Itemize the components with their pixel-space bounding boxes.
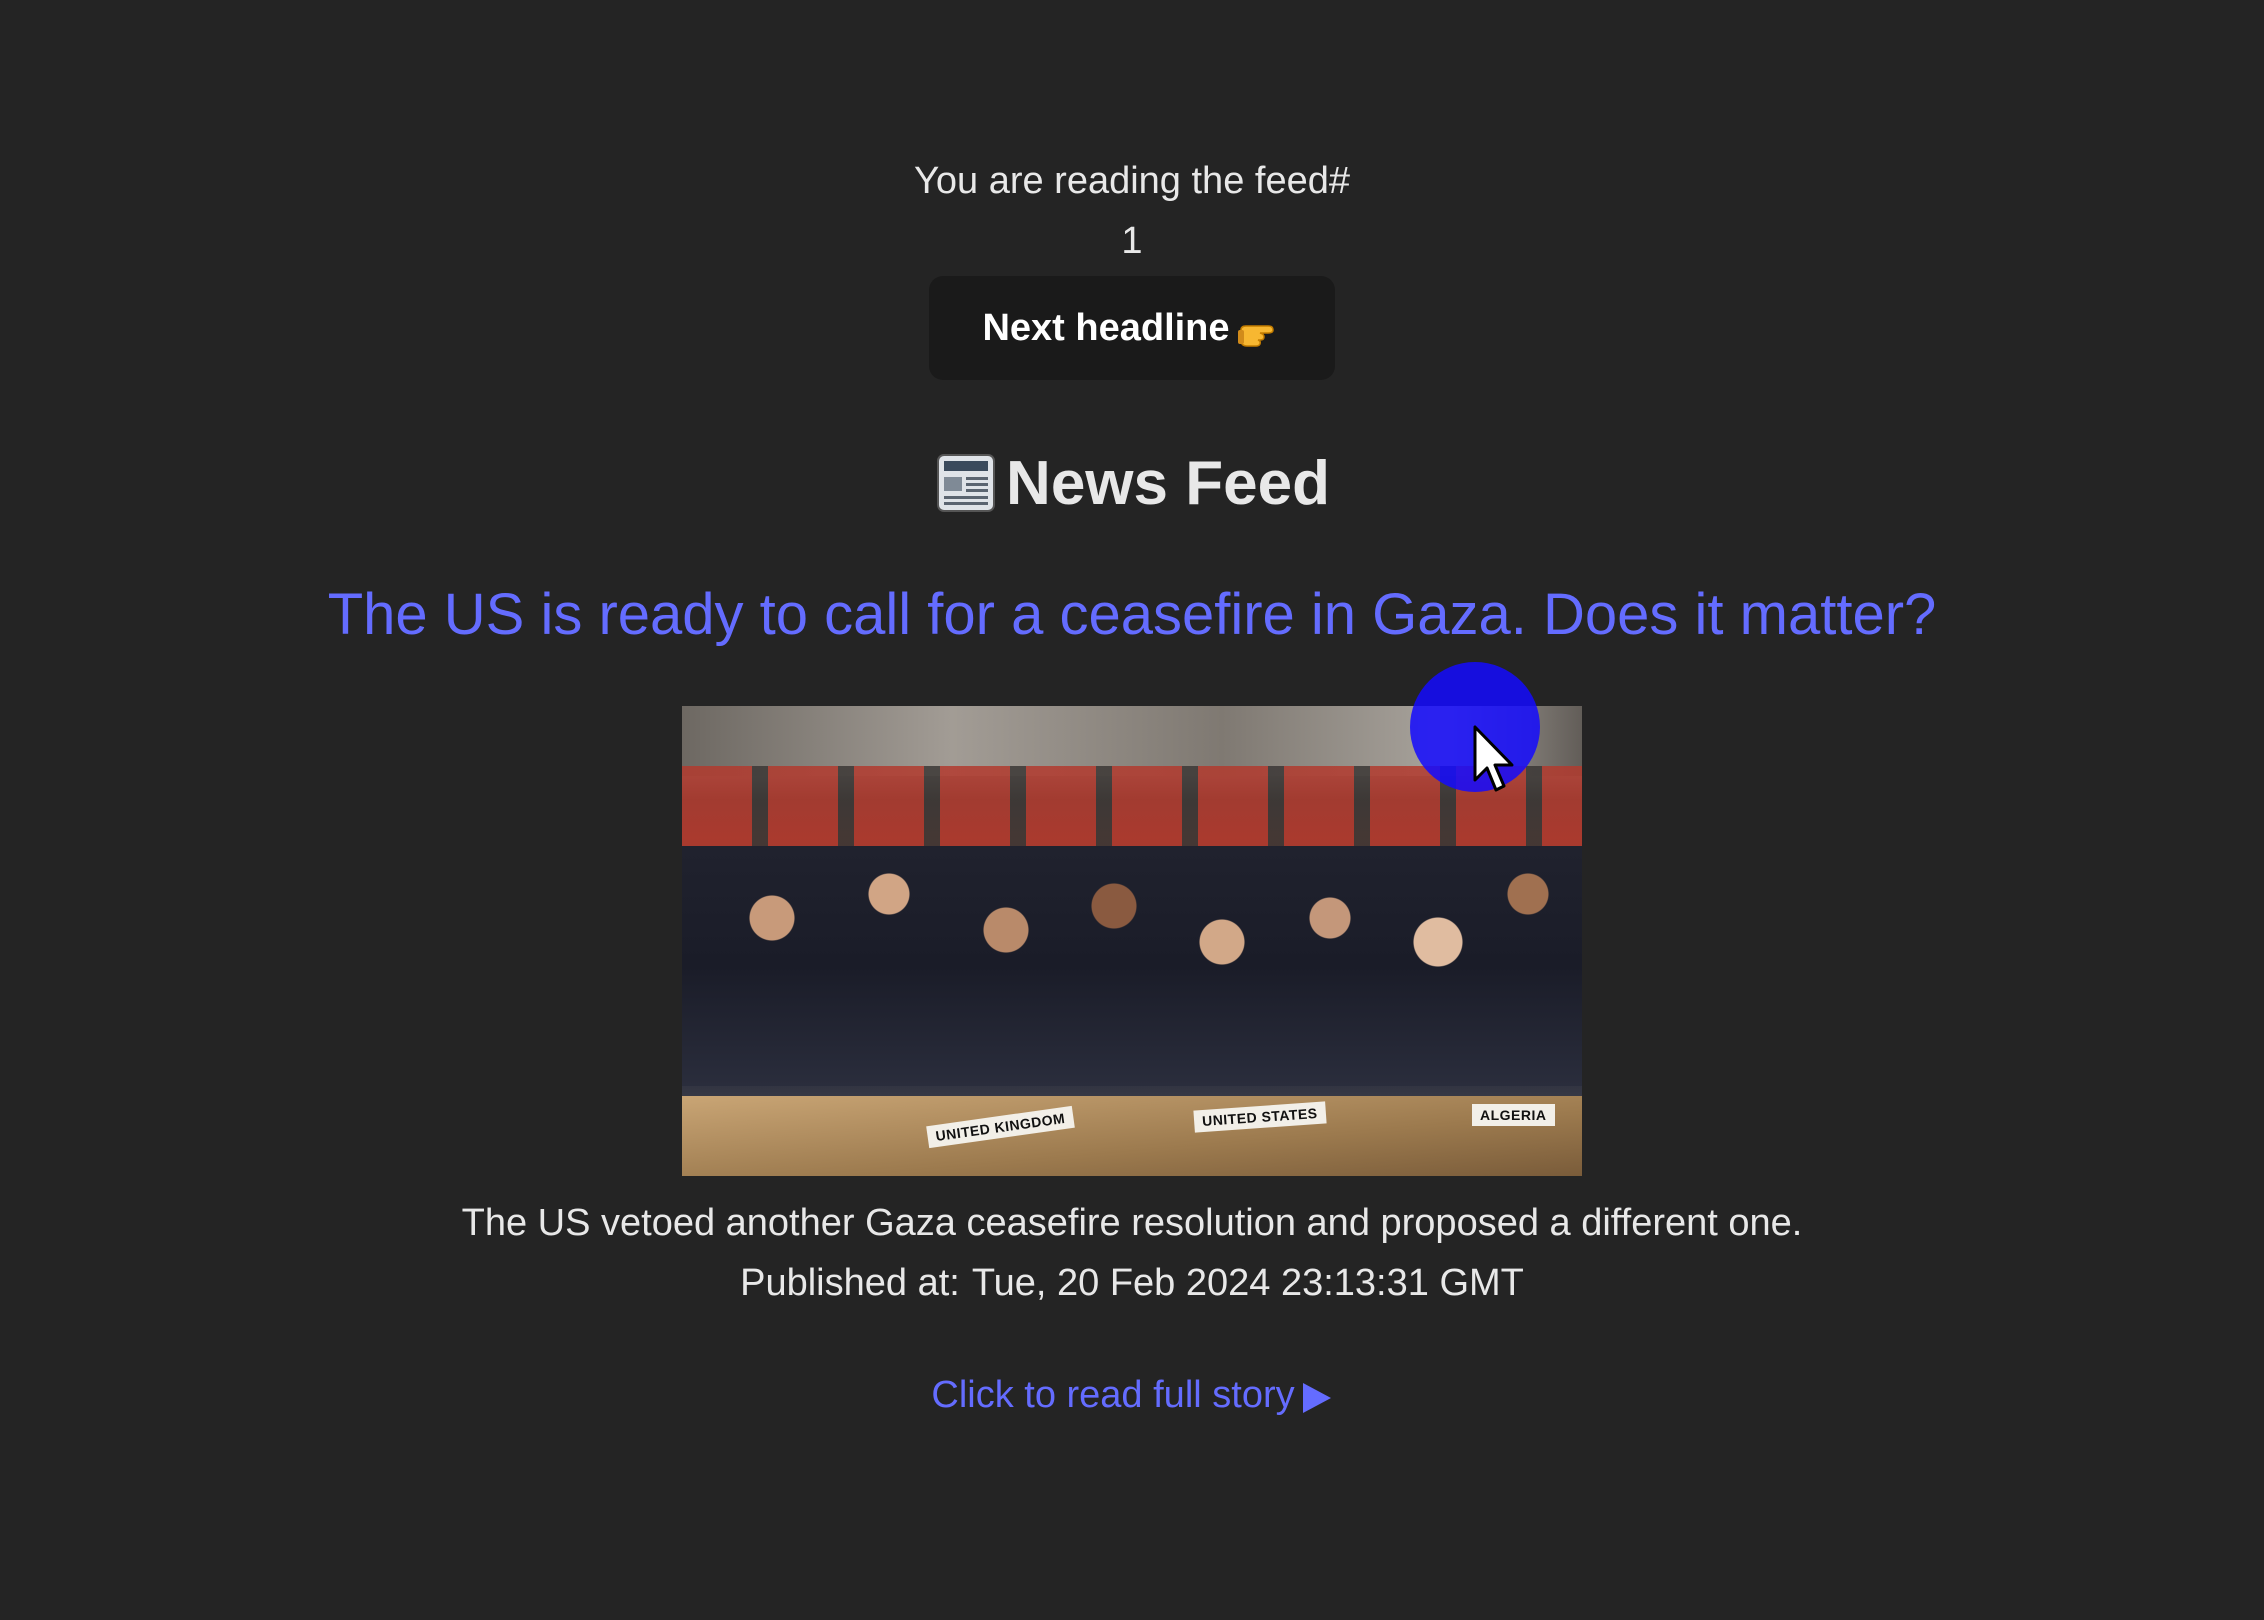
page-title-text: News Feed [1006, 448, 1330, 518]
image-desk [682, 1096, 1582, 1176]
newspaper-icon [934, 451, 998, 515]
article-image: UNITED KINGDOM UNITED STATES ALGERIA [682, 706, 1582, 1176]
image-delegates [682, 846, 1582, 1086]
published-label: Published at: [740, 1262, 960, 1304]
play-icon [1299, 1378, 1333, 1413]
article-headline-link[interactable]: The US is ready to call for a ceasefire … [328, 580, 1937, 650]
name-plate-algeria: ALGERIA [1472, 1104, 1555, 1126]
app-root: You are reading the feed# 1 Next headlin… [0, 0, 2264, 1620]
article-description: The US vetoed another Gaza ceasefire res… [461, 1202, 1803, 1244]
published-date: Tue, 20 Feb 2024 23:13:31 GMT [971, 1262, 1524, 1304]
read-full-story-link[interactable]: Click to read full story [931, 1370, 1332, 1420]
next-headline-button[interactable]: Next headline [929, 276, 1335, 380]
pointing-hand-icon [1237, 314, 1282, 350]
read-full-story-label: Click to read full story [931, 1374, 1295, 1416]
next-headline-label: Next headline [982, 306, 1230, 349]
feed-number: 1 [1121, 220, 1143, 262]
page-title: News Feed [934, 446, 1330, 520]
published-line: Published at: Tue, 20 Feb 2024 23:13:31 … [740, 1258, 1524, 1308]
feed-label: You are reading the feed# [914, 160, 1350, 202]
